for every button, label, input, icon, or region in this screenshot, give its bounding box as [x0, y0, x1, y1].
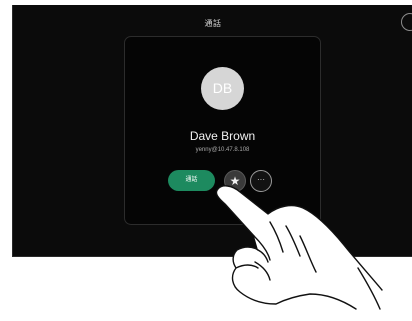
touch-screen: 通話 DB Dave Brown yenny@10.47.8.108 通話 ★ … — [12, 5, 412, 257]
avatar: DB — [201, 67, 244, 110]
more-options-button[interactable]: ··· — [250, 170, 272, 192]
page-title: 通話 — [204, 19, 222, 28]
contact-card: DB Dave Brown yenny@10.47.8.108 通話 ★ ··· — [124, 36, 321, 225]
contact-name: Dave Brown — [189, 129, 256, 143]
star-icon: ★ — [229, 174, 241, 188]
more-options-icon: ··· — [257, 175, 265, 184]
call-button[interactable]: 通話 — [168, 170, 215, 191]
close-button[interactable] — [401, 13, 412, 31]
contact-address: yenny@10.47.8.108 — [195, 147, 250, 153]
favorite-button[interactable]: ★ — [224, 170, 246, 192]
scene: 通話 DB Dave Brown yenny@10.47.8.108 通話 ★ … — [0, 0, 412, 321]
